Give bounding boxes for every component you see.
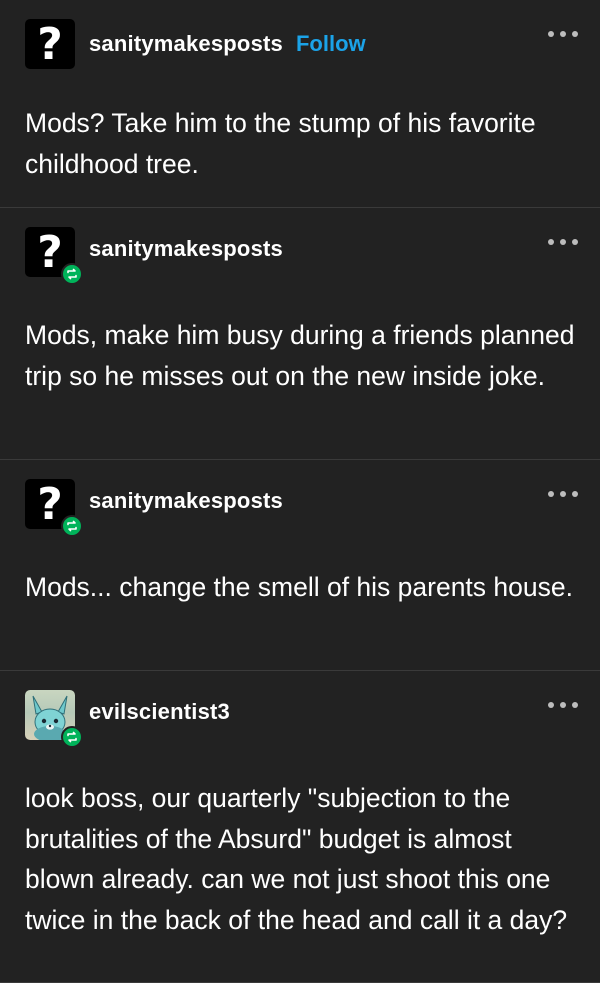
reblog-icon (61, 515, 83, 537)
post-header: ? sanitymakesposts Follow (25, 0, 578, 69)
more-options-icon[interactable] (548, 235, 578, 249)
post-2: ? sanitymakesposts Mods, make him busy d… (0, 208, 600, 460)
post-text: Mods... change the smell of his parents … (25, 572, 573, 602)
post-text: Mods? Take him to the stump of his favor… (25, 108, 536, 179)
username[interactable]: evilscientist3 (89, 699, 230, 725)
post-header: evilscientist3 (25, 671, 578, 748)
username[interactable]: sanitymakesposts (89, 488, 283, 514)
avatar[interactable]: ? (25, 227, 83, 285)
follow-button[interactable]: Follow (296, 31, 366, 57)
avatar[interactable]: ? (25, 19, 75, 69)
post-text: Mods, make him busy during a friends pla… (25, 320, 575, 391)
post-header: ? sanitymakesposts (25, 208, 578, 285)
more-options-icon[interactable] (548, 698, 578, 712)
post-3: ? sanitymakesposts Mods... change the sm… (0, 460, 600, 671)
reblog-icon (61, 263, 83, 285)
username[interactable]: sanitymakesposts (89, 31, 283, 57)
avatar[interactable] (25, 690, 83, 748)
post-header: ? sanitymakesposts (25, 460, 578, 537)
avatar[interactable]: ? (25, 479, 83, 537)
username[interactable]: sanitymakesposts (89, 236, 283, 262)
post-text: look boss, our quarterly "subjection to … (25, 783, 568, 935)
post-1: ? sanitymakesposts Follow Mods? Take him… (0, 0, 600, 208)
question-mark-icon: ? (25, 19, 75, 69)
reblog-icon (61, 726, 83, 748)
more-options-icon[interactable] (548, 27, 578, 41)
post-4: evilscientist3 look boss, our quarterly … (0, 671, 600, 983)
more-options-icon[interactable] (548, 487, 578, 501)
